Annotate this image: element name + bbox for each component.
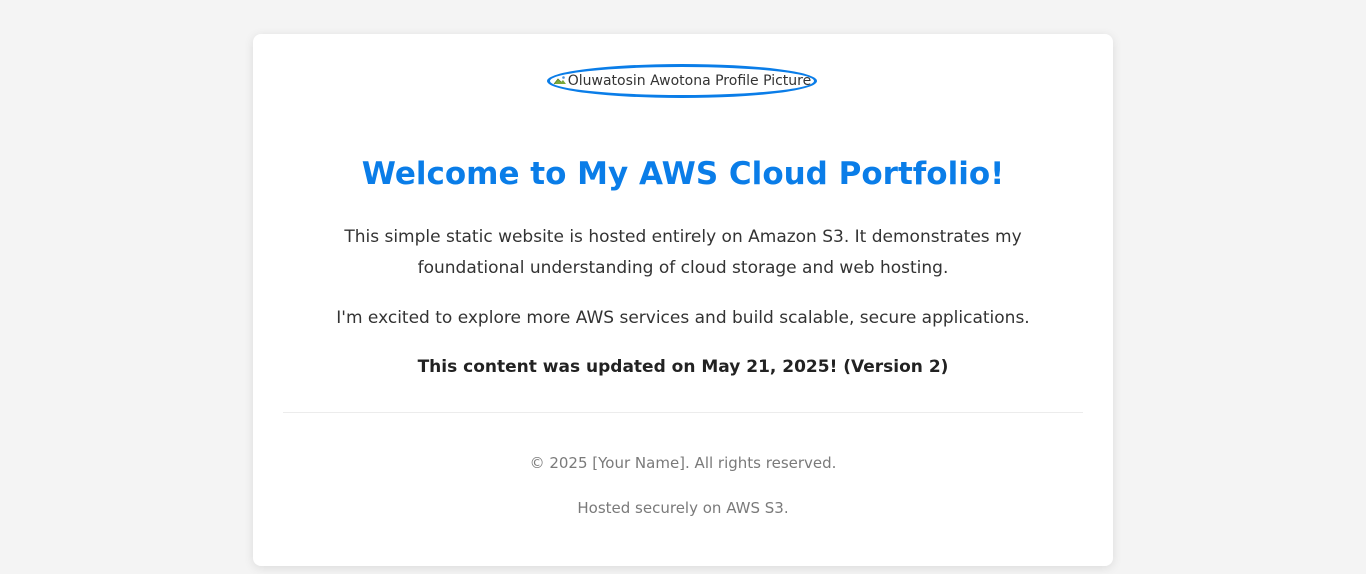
profile-picture-alt-text: Oluwatosin Awotona Profile Picture	[567, 73, 812, 89]
portfolio-card: Oluwatosin Awotona Profile Picture Welco…	[253, 34, 1113, 566]
broken-image-icon	[553, 76, 566, 85]
intro-paragraph: This simple static website is hosted ent…	[344, 227, 1022, 278]
hosting-text: Hosted securely on AWS S3.	[577, 499, 789, 517]
aspiration-paragraph: I'm excited to explore more AWS services…	[336, 308, 1030, 328]
profile-picture: Oluwatosin Awotona Profile Picture	[547, 64, 817, 98]
update-note: This content was updated on May 21, 2025…	[417, 357, 949, 377]
footer-divider	[283, 412, 1083, 413]
copyright-text: © 2025 [Your Name]. All rights reserved.	[529, 454, 837, 472]
page-title: Welcome to My AWS Cloud Portfolio!	[361, 156, 1005, 192]
